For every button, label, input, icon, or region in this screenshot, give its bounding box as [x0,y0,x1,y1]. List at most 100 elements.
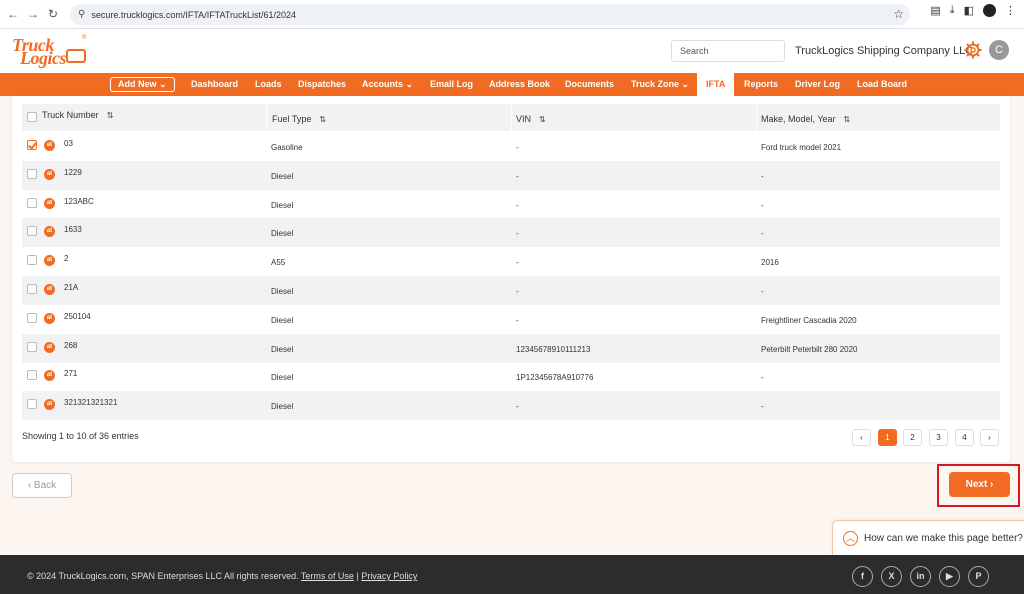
trucklogics-logo[interactable]: Truck Logics ® [12,35,90,69]
nav-loads[interactable]: Loads [255,73,282,96]
nav-truck-zone[interactable]: Truck Zone ⌄ [631,73,689,96]
linkedin-icon[interactable]: in [910,566,931,587]
terms-of-use-link[interactable]: Terms of Use [301,571,354,581]
table-row[interactable]: at 03 Gasoline - Ford truck model 2021 [22,132,1000,161]
row-checkbox[interactable] [27,140,37,150]
table-row[interactable]: at 250104 Diesel - Freightliner Cascadia 202… [22,305,1000,334]
next-button[interactable]: Next › [949,472,1010,497]
sort-icon[interactable]: ⇅ [107,111,114,120]
sort-icon[interactable]: ⇅ [844,115,851,124]
chevron-up-icon[interactable]: ︿ [843,531,858,546]
page-footer: © 2024 TruckLogics.com, SPAN Enterprises… [0,555,1024,594]
nav-driver-log[interactable]: Driver Log [795,73,840,96]
pagination-page-1[interactable]: 1 [878,429,897,446]
table-row[interactable]: at 271 Diesel 1P12345678A910776 - [22,362,1000,391]
header-truck-number[interactable]: Truck Number ⇅ [42,104,113,131]
feedback-widget[interactable]: ︿ How can we make this page better? [832,520,1024,556]
sort-icon[interactable]: ⇅ [319,115,326,124]
row-checkbox[interactable] [27,226,37,237]
header-vin[interactable]: VIN ⇅ [516,108,546,135]
truck-status-icon: at [44,312,55,324]
vin-cell: 1P12345678A910776 [516,373,594,383]
gear-icon[interactable] [964,41,982,59]
truck-number-cell[interactable]: 123ABC [64,197,94,206]
pagination-next[interactable]: › [980,429,999,446]
column-divider [266,104,267,131]
truck-number-cell[interactable]: 250104 [64,312,91,321]
row-checkbox[interactable] [27,284,37,294]
table-row[interactable]: at 2 A55 - 2016 [22,247,1000,276]
truck-number-cell[interactable]: 03 [64,139,73,148]
privacy-policy-link[interactable]: Privacy Policy [361,571,417,581]
vin-cell: - [516,402,519,412]
pagination-page-2[interactable]: 2 [903,429,922,446]
address-bar[interactable]: ⚲ secure.trucklogics.com/IFTA/IFTATruckL… [70,4,910,25]
row-checkbox[interactable] [27,341,37,352]
facebook-icon[interactable]: f [852,566,873,587]
nav-load-board[interactable]: Load Board [857,73,907,96]
sidepanel-icon[interactable]: ◧ [964,4,974,17]
search-input[interactable] [671,40,785,62]
vin-cell: - [516,287,519,296]
make-model-year-cell: Peterbilt Peterbilt 280 2020 [761,344,858,354]
pagination-prev[interactable]: ‹ [852,429,871,446]
youtube-icon[interactable]: ▶ [939,566,960,587]
make-model-year-cell: - [761,200,764,210]
browser-profile-icon[interactable] [983,4,996,17]
forward-arrow-icon[interactable]: → [22,3,44,25]
add-new-button[interactable]: Add New ⌄ [110,77,175,92]
table-row[interactable]: at 1633 Diesel - - [22,218,1000,248]
table-row[interactable]: at 321321321321 Diesel - - [22,391,1000,421]
header-fuel-type[interactable]: Fuel Type ⇅ [272,108,326,135]
reload-icon[interactable]: ↻ [42,3,64,25]
sort-icon[interactable]: ⇅ [539,115,546,124]
row-checkbox[interactable] [27,255,37,266]
nav-dashboard[interactable]: Dashboard [191,73,238,96]
row-checkbox[interactable] [27,168,37,179]
pagination-page-4[interactable]: 4 [955,429,974,446]
truck-status-icon: at [44,255,55,267]
back-arrow-icon[interactable]: ← [2,3,24,25]
truck-number-cell[interactable]: 271 [64,369,77,378]
nav-email-log[interactable]: Email Log [430,73,473,96]
table-row[interactable]: at 268 Diesel 12345678910111213 Peterbilt Pe… [22,333,1000,363]
back-button[interactable]: ‹ Back [12,473,72,498]
fuel-type-cell: Diesel [271,200,294,210]
row-checkbox[interactable] [27,312,37,323]
header-label: Make, Model, Year [761,114,836,124]
table-row[interactable]: at 21A Diesel - - [22,276,1000,305]
header-make-model-year[interactable]: Make, Model, Year ⇅ [761,108,850,135]
truck-number-cell[interactable]: 321321321321 [64,398,117,407]
user-avatar[interactable]: C [989,40,1009,60]
truck-number-cell[interactable]: 1633 [64,225,82,234]
x-twitter-icon[interactable]: X [881,566,902,587]
truck-number-cell[interactable]: 268 [64,341,77,350]
row-checkbox[interactable] [27,197,37,208]
table-row[interactable]: at 1229 Diesel - - [22,160,1000,190]
nav-reports[interactable]: Reports [744,73,778,96]
truck-number-cell[interactable]: 21A [64,283,78,292]
truck-number-cell[interactable]: 1229 [64,168,82,177]
row-checkbox[interactable] [27,370,37,381]
bookmark-star-icon[interactable]: ☆ [893,7,904,21]
fuel-type-cell: Gasoline [271,143,303,152]
vin-cell: - [516,315,519,325]
nav-address-book[interactable]: Address Book [489,73,550,96]
pinterest-icon[interactable]: P [968,566,989,587]
site-info-icon[interactable]: ⚲ [78,9,85,20]
nav-ifta[interactable]: IFTA [697,73,735,96]
header-label: Truck Number [42,110,99,120]
select-all-checkbox[interactable] [27,112,37,122]
extension-icon[interactable]: ▤ [930,4,940,17]
menu-kebab-icon[interactable]: ⋮ [1005,4,1016,17]
row-checkbox[interactable] [27,399,37,410]
nav-dispatches[interactable]: Dispatches [298,73,346,96]
table-row[interactable]: at 123ABC Diesel - - [22,190,1000,219]
company-name[interactable]: TruckLogics Shipping Company LLC [795,45,973,57]
download-icon[interactable]: ⤓ [950,4,955,17]
pagination-page-3[interactable]: 3 [929,429,948,446]
truck-number-cell[interactable]: 2 [64,254,68,263]
vin-cell: - [516,229,519,239]
nav-documents[interactable]: Documents [565,73,614,96]
nav-accounts[interactable]: Accounts ⌄ [362,73,413,96]
